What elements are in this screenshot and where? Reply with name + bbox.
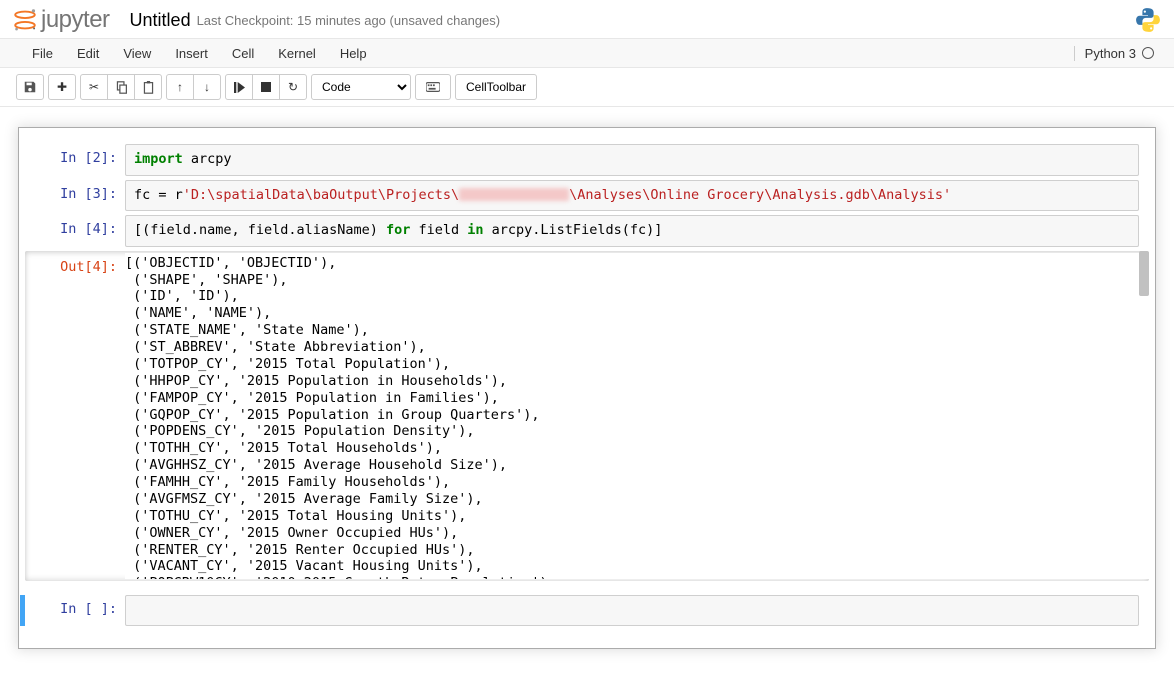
cut-button[interactable]: ✂ <box>80 74 108 100</box>
celltoolbar-button[interactable]: CellToolbar <box>455 74 537 100</box>
logo[interactable]: jupyter <box>12 6 110 34</box>
run-button[interactable] <box>225 74 253 100</box>
in-prompt: In [3]: <box>25 180 125 212</box>
notebook-title[interactable]: Untitled <box>130 10 191 31</box>
kernel-name: Python 3 <box>1085 46 1136 61</box>
menu-view[interactable]: View <box>111 39 163 67</box>
kernel-indicator: Python 3 <box>1074 46 1154 61</box>
celltype-select[interactable]: Code <box>311 74 411 100</box>
stop-button[interactable] <box>252 74 280 100</box>
command-palette-button[interactable] <box>415 74 451 100</box>
menubar: File Edit View Insert Cell Kernel Help P… <box>0 38 1174 68</box>
code-cell-selected: In [ ]: <box>20 595 1149 627</box>
checkpoint-text: Last Checkpoint: 15 minutes ago (unsaved… <box>197 13 501 28</box>
menu-insert[interactable]: Insert <box>163 39 220 67</box>
header: jupyter Untitled Last Checkpoint: 15 min… <box>0 0 1174 38</box>
kernel-status-icon <box>1142 47 1154 59</box>
in-prompt: In [2]: <box>25 144 125 176</box>
paste-button[interactable] <box>134 74 162 100</box>
in-prompt: In [ ]: <box>25 595 125 627</box>
code-cell: In [3]: fc = r'D:\spatialData\baOutput\P… <box>25 180 1149 212</box>
menu-cell[interactable]: Cell <box>220 39 266 67</box>
restart-button[interactable]: ↻ <box>279 74 307 100</box>
code-cell: In [4]: [(field.name, field.aliasName) f… <box>25 215 1149 247</box>
logo-text: jupyter <box>41 6 110 34</box>
notebook-container: In [2]: import arcpy In [3]: fc = r'D:\s… <box>0 107 1174 669</box>
output-text: [('OBJECTID', 'OBJECTID'), ('SHAPE', 'SH… <box>125 253 1149 579</box>
save-button[interactable] <box>16 74 44 100</box>
toolbar: ✚ ✂ ↑ ↓ ↻ Code CellToolbar <box>0 68 1174 107</box>
menu-file[interactable]: File <box>20 39 65 67</box>
code-cell: In [2]: import arcpy <box>25 144 1149 176</box>
jupyter-icon <box>12 7 38 33</box>
redacted-text <box>459 188 569 201</box>
move-down-button[interactable]: ↓ <box>193 74 221 100</box>
code-input[interactable]: [(field.name, field.aliasName) for field… <box>125 215 1139 247</box>
code-input[interactable] <box>125 595 1139 627</box>
menu-kernel[interactable]: Kernel <box>266 39 328 67</box>
python-icon <box>1134 6 1162 34</box>
in-prompt: In [4]: <box>25 215 125 247</box>
code-input[interactable]: import arcpy <box>125 144 1139 176</box>
output-scrolled: Out[4]: [('OBJECTID', 'OBJECTID'), ('SHA… <box>25 251 1149 581</box>
menu-edit[interactable]: Edit <box>65 39 111 67</box>
code-input[interactable]: fc = r'D:\spatialData\baOutput\Projects\… <box>125 180 1139 212</box>
move-up-button[interactable]: ↑ <box>166 74 194 100</box>
add-cell-button[interactable]: ✚ <box>48 74 76 100</box>
copy-button[interactable] <box>107 74 135 100</box>
out-prompt: Out[4]: <box>25 253 125 579</box>
menu-help[interactable]: Help <box>328 39 379 67</box>
